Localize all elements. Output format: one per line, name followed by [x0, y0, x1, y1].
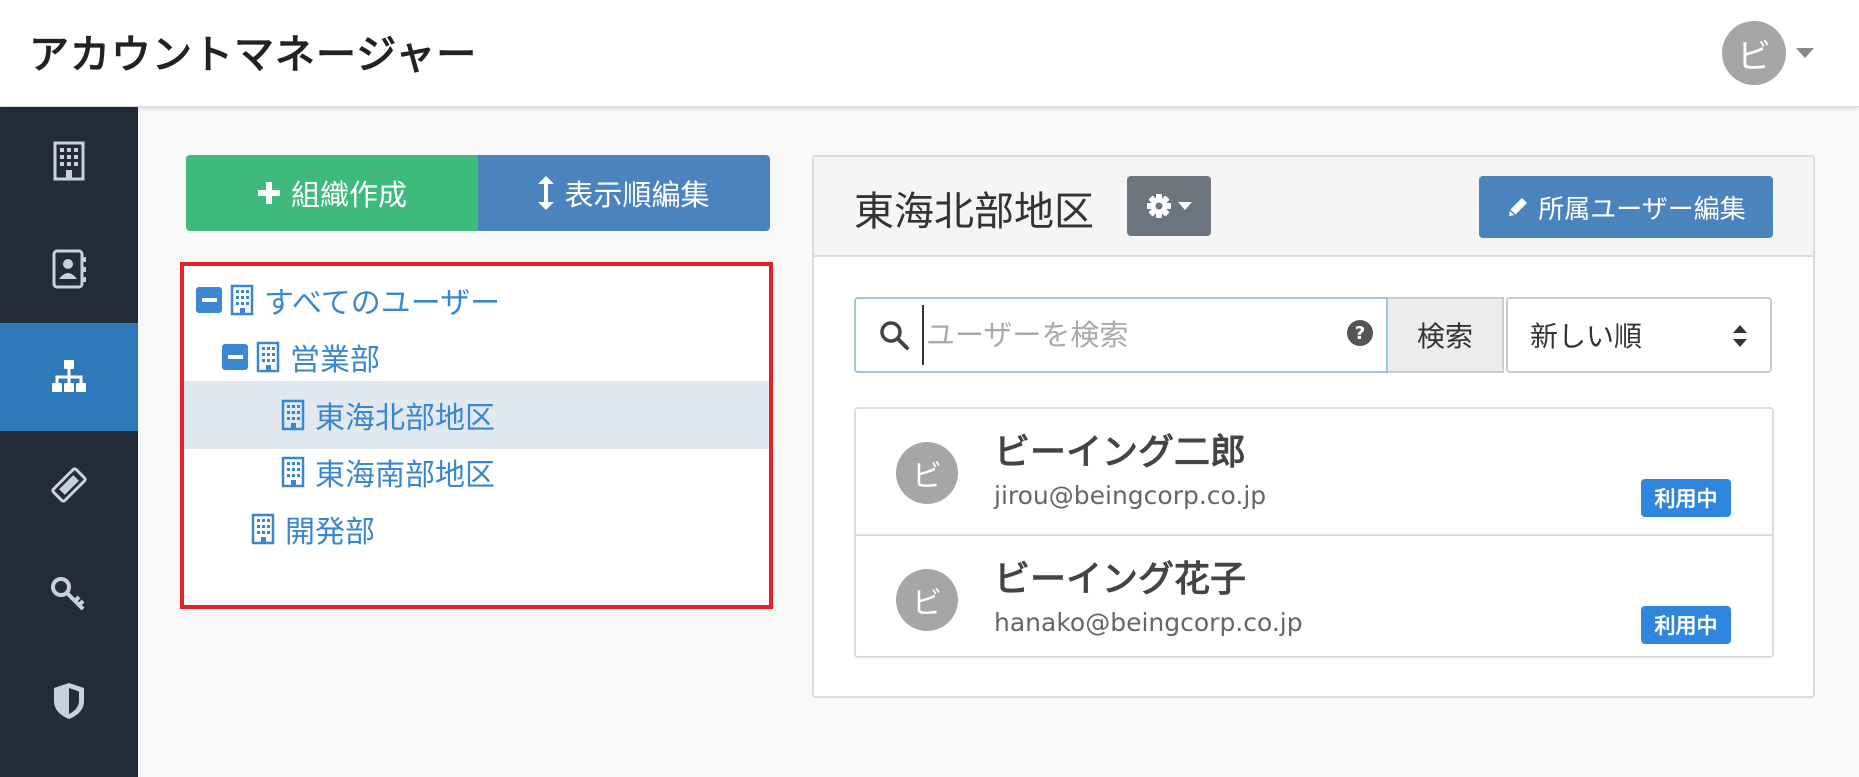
building-icon — [256, 341, 280, 373]
avatar: ビ — [896, 569, 958, 631]
user-name: ビーイング二郎 — [994, 432, 1247, 473]
tree-node-development[interactable]: 開発部 — [184, 495, 769, 563]
user-menu[interactable]: ビ — [1722, 21, 1814, 85]
user-name: ビーイング花子 — [994, 559, 1247, 600]
pencil-icon — [1509, 198, 1528, 216]
user-avatar[interactable]: ビ — [1722, 21, 1786, 85]
vertical-arrows-icon — [538, 176, 555, 210]
building-icon — [281, 456, 305, 488]
tree-node-label: すべてのユーザー — [264, 286, 501, 321]
gear-icon — [1147, 194, 1171, 218]
sidebar-item-org-chart[interactable] — [0, 323, 138, 431]
sidebar-item-keys[interactable] — [0, 539, 138, 647]
help-icon[interactable]: ? — [1346, 319, 1374, 347]
edit-display-order-label: 表示順編集 — [564, 178, 710, 212]
tree-node-label: 東海北部地区 — [315, 401, 495, 436]
app-title: アカウントマネージャー — [29, 32, 478, 78]
address-book-icon — [52, 249, 86, 289]
tree-action-buttons: 組織作成 表示順編集 — [186, 155, 770, 231]
panel-header: 東海北部地区 所属ユーザー編集 — [814, 157, 1813, 257]
edit-display-order-button[interactable]: 表示順編集 — [478, 155, 770, 231]
shield-icon — [54, 683, 84, 719]
tree-node-label: 営業部 — [290, 343, 380, 378]
user-email: hanako@beingcorp.co.jp — [994, 608, 1303, 637]
chevron-down-icon — [1178, 202, 1192, 210]
sidebar-item-security[interactable] — [0, 647, 138, 755]
tree-node-label: 東海南部地区 — [315, 458, 495, 493]
sidebar — [0, 107, 138, 777]
avatar: ビ — [896, 442, 958, 504]
sort-arrows-icon — [1733, 325, 1747, 347]
create-organization-button[interactable]: 組織作成 — [186, 155, 478, 231]
search-icon — [880, 321, 909, 350]
top-bar: アカウントマネージャー ビ — [0, 0, 1859, 107]
panel-title: 東海北部地区 — [854, 189, 1094, 235]
create-organization-label: 組織作成 — [290, 178, 407, 212]
user-list: ビ ビーイング二郎 jirou@beingcorp.co.jp 利用中 ビ ビー… — [854, 407, 1774, 658]
search-field: ? — [854, 297, 1388, 373]
organization-tree: すべてのユーザー 営業部 東海北部地区 東海南部地区 開発部 — [180, 262, 773, 609]
building-icon — [230, 284, 254, 316]
user-search-bar: ? 検索 新しい順 — [854, 297, 1772, 373]
list-item[interactable]: ビ ビーイング花子 hanako@beingcorp.co.jp 利用中 — [856, 534, 1772, 659]
chevron-down-icon[interactable] — [1796, 48, 1814, 58]
organization-detail-panel: 東海北部地区 所属ユーザー編集 ユーザーを検索 ? 検索 新しい順 ビ ビーイン… — [812, 155, 1815, 698]
list-item[interactable]: ビ ビーイング二郎 jirou@beingcorp.co.jp 利用中 — [856, 409, 1772, 534]
sidebar-item-organizations[interactable] — [0, 107, 138, 215]
edit-members-label: 所属ユーザー編集 — [1538, 194, 1746, 225]
sidebar-item-licenses[interactable] — [0, 431, 138, 539]
building-icon — [251, 513, 275, 545]
user-email: jirou@beingcorp.co.jp — [994, 481, 1267, 510]
org-chart-icon — [52, 360, 86, 392]
status-badge: 利用中 — [1641, 606, 1731, 644]
collapse-icon[interactable] — [196, 287, 222, 313]
main-content: 組織作成 表示順編集 すべてのユーザー 営業部 東海北部地区 東海南部地区 開発… — [138, 107, 1859, 777]
plus-icon — [257, 182, 280, 204]
svg-text:?: ? — [1355, 323, 1365, 344]
building-icon — [53, 141, 85, 181]
status-badge: 利用中 — [1641, 479, 1731, 517]
tree-node-label: 開発部 — [285, 515, 375, 550]
search-button[interactable]: 検索 — [1388, 297, 1504, 373]
search-input[interactable] — [922, 305, 1342, 365]
building-icon — [281, 399, 305, 431]
collapse-icon[interactable] — [222, 344, 248, 370]
ticket-icon — [51, 467, 87, 503]
key-icon — [51, 577, 85, 611]
sidebar-item-contacts[interactable] — [0, 215, 138, 323]
sort-selected-value: 新しい順 — [1530, 320, 1643, 353]
sort-select[interactable]: 新しい順 — [1506, 297, 1772, 373]
edit-members-button[interactable]: 所属ユーザー編集 — [1479, 176, 1773, 238]
settings-dropdown-button[interactable] — [1127, 176, 1211, 236]
